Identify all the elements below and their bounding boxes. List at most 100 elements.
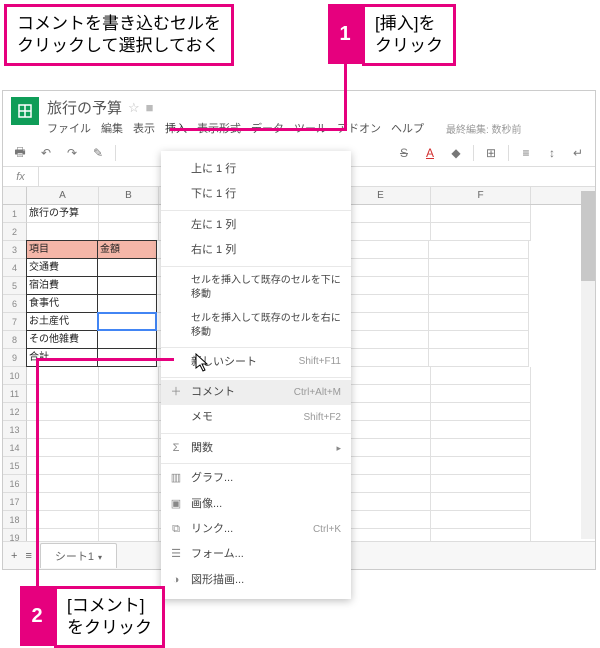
- cell-F3[interactable]: [429, 241, 529, 259]
- cell-A6[interactable]: 食事代: [26, 294, 98, 313]
- cell-A4[interactable]: 交通費: [26, 258, 98, 277]
- menu-edit[interactable]: 編集: [101, 120, 123, 136]
- menu-item-new-sheet[interactable]: 新しいシートShift+F11: [161, 350, 351, 375]
- vertical-scrollbar[interactable]: [581, 191, 595, 539]
- cell-A3[interactable]: 項目: [26, 240, 98, 259]
- callout-1-line-h: [170, 128, 347, 131]
- cell-A8[interactable]: その他雑費: [26, 330, 98, 349]
- row-header-13[interactable]: 13: [3, 421, 27, 439]
- menu-item-shift-right[interactable]: セルを挿入して既存のセルを右に移動: [161, 307, 351, 345]
- app-header: 旅行の予算 ☆ ■ ファイル 編集 表示 挿入 表示形式 データ ツール アドオ…: [3, 91, 595, 140]
- cell-B5[interactable]: [97, 276, 157, 295]
- menu-item-link[interactable]: ⧉ リンク...Ctrl+K: [161, 517, 351, 542]
- menu-item-shift-down[interactable]: セルを挿入して既存のセルを下に移動: [161, 269, 351, 307]
- col-header-B[interactable]: B: [99, 187, 159, 204]
- cell-A1[interactable]: 旅行の予算: [27, 205, 99, 223]
- row-header-4[interactable]: 4: [3, 259, 27, 277]
- annotation-select-cell: コメントを書き込むセルを クリックして選択しておく: [4, 4, 234, 66]
- menu-item-comment[interactable]: ＋ コメントCtrl+Alt+M: [161, 380, 351, 405]
- callout-1: 1: [328, 4, 362, 64]
- strike-icon[interactable]: S: [395, 144, 413, 162]
- folder-icon[interactable]: ■: [146, 100, 154, 115]
- cell-F4[interactable]: [429, 259, 529, 277]
- row-header-3[interactable]: 3: [3, 241, 27, 259]
- insert-menu: 上に 1 行 下に 1 行 左に 1 列 右に 1 列 セルを挿入して既存のセル…: [161, 151, 351, 599]
- fill-color-icon[interactable]: ◆: [447, 144, 465, 162]
- row-header-2[interactable]: 2: [3, 223, 27, 241]
- menu-item-function[interactable]: Σ 関数▸: [161, 436, 351, 461]
- cell-B7-selected[interactable]: [97, 312, 157, 331]
- menu-file[interactable]: ファイル: [47, 120, 91, 136]
- paint-icon[interactable]: ✎: [89, 144, 107, 162]
- row-header-6[interactable]: 6: [3, 295, 27, 313]
- row-header-10[interactable]: 10: [3, 367, 27, 385]
- last-edit-label: 最終編集: 数秒前: [446, 121, 522, 136]
- image-icon: ▣: [169, 497, 183, 511]
- annotation-click-insert: [挿入]を クリック: [362, 4, 456, 66]
- menu-item-drawing[interactable]: ◑ 図形描画...: [161, 568, 351, 593]
- redo-icon[interactable]: ↷: [63, 144, 81, 162]
- menu-help[interactable]: ヘルプ: [391, 120, 424, 136]
- row-header-5[interactable]: 5: [3, 277, 27, 295]
- menu-item-col-right[interactable]: 右に 1 列: [161, 238, 351, 263]
- sheet-tab-1[interactable]: シート1▾: [40, 543, 117, 568]
- annotation-click-comment: [コメント] をクリック: [54, 586, 165, 648]
- row-header-14[interactable]: 14: [3, 439, 27, 457]
- row-header-11[interactable]: 11: [3, 385, 27, 403]
- comment-plus-icon: ＋: [169, 386, 183, 400]
- chart-icon: ▥: [169, 472, 183, 486]
- scrollbar-thumb[interactable]: [581, 191, 595, 281]
- cell-B6[interactable]: [97, 294, 157, 313]
- cell-F1[interactable]: [431, 205, 531, 223]
- row-header-15[interactable]: 15: [3, 457, 27, 475]
- select-all-corner[interactable]: [3, 187, 27, 204]
- row-header-18[interactable]: 18: [3, 511, 27, 529]
- star-icon[interactable]: ☆: [128, 100, 140, 116]
- cell-B4[interactable]: [97, 258, 157, 277]
- menu-item-form[interactable]: ☰ フォーム...: [161, 542, 351, 567]
- row-header-7[interactable]: 7: [3, 313, 27, 331]
- undo-icon[interactable]: ↶: [37, 144, 55, 162]
- menu-item-chart[interactable]: ▥ グラフ...: [161, 466, 351, 491]
- sheets-logo[interactable]: [11, 97, 39, 125]
- cell-A7[interactable]: お土産代: [26, 312, 98, 331]
- cell-B1[interactable]: [99, 205, 159, 223]
- cell-A2[interactable]: [27, 223, 99, 241]
- cell-B2[interactable]: [99, 223, 159, 241]
- valign-icon[interactable]: ↕: [543, 144, 561, 162]
- sigma-icon: Σ: [169, 441, 183, 455]
- add-sheet-button[interactable]: +: [11, 550, 17, 562]
- cell-A5[interactable]: 宿泊費: [26, 276, 98, 295]
- borders-icon[interactable]: ⊞: [482, 144, 500, 162]
- menu-view[interactable]: 表示: [133, 120, 155, 136]
- row-header-9[interactable]: 9: [3, 349, 27, 367]
- doc-title[interactable]: 旅行の予算: [47, 97, 122, 118]
- menu-item-note[interactable]: メモShift+F2: [161, 405, 351, 430]
- col-header-A[interactable]: A: [27, 187, 99, 204]
- row-header-8[interactable]: 8: [3, 331, 27, 349]
- menu-item-col-left[interactable]: 左に 1 列: [161, 213, 351, 238]
- text-color-icon[interactable]: A: [421, 144, 439, 162]
- cell-F5[interactable]: [429, 277, 529, 295]
- callout-2: 2: [20, 586, 54, 646]
- menu-item-row-above[interactable]: 上に 1 行: [161, 157, 351, 182]
- sheet-tab-dropdown-icon[interactable]: ▾: [98, 553, 102, 562]
- cell-F2[interactable]: [431, 223, 531, 241]
- all-sheets-button[interactable]: ≡: [25, 550, 31, 562]
- cell-B8[interactable]: [97, 330, 157, 349]
- cell-F8[interactable]: [429, 331, 529, 349]
- cell-F9[interactable]: [429, 349, 529, 367]
- menu-item-image[interactable]: ▣ 画像...: [161, 492, 351, 517]
- align-icon[interactable]: ≡: [517, 144, 535, 162]
- row-header-1[interactable]: 1: [3, 205, 27, 223]
- col-header-F[interactable]: F: [431, 187, 531, 204]
- wrap-icon[interactable]: ↵: [569, 144, 587, 162]
- cell-F6[interactable]: [429, 295, 529, 313]
- row-header-12[interactable]: 12: [3, 403, 27, 421]
- menu-item-row-below[interactable]: 下に 1 行: [161, 182, 351, 207]
- cell-B3[interactable]: 金額: [97, 240, 157, 259]
- print-icon[interactable]: 🖶: [11, 144, 29, 162]
- cell-F7[interactable]: [429, 313, 529, 331]
- row-header-17[interactable]: 17: [3, 493, 27, 511]
- row-header-16[interactable]: 16: [3, 475, 27, 493]
